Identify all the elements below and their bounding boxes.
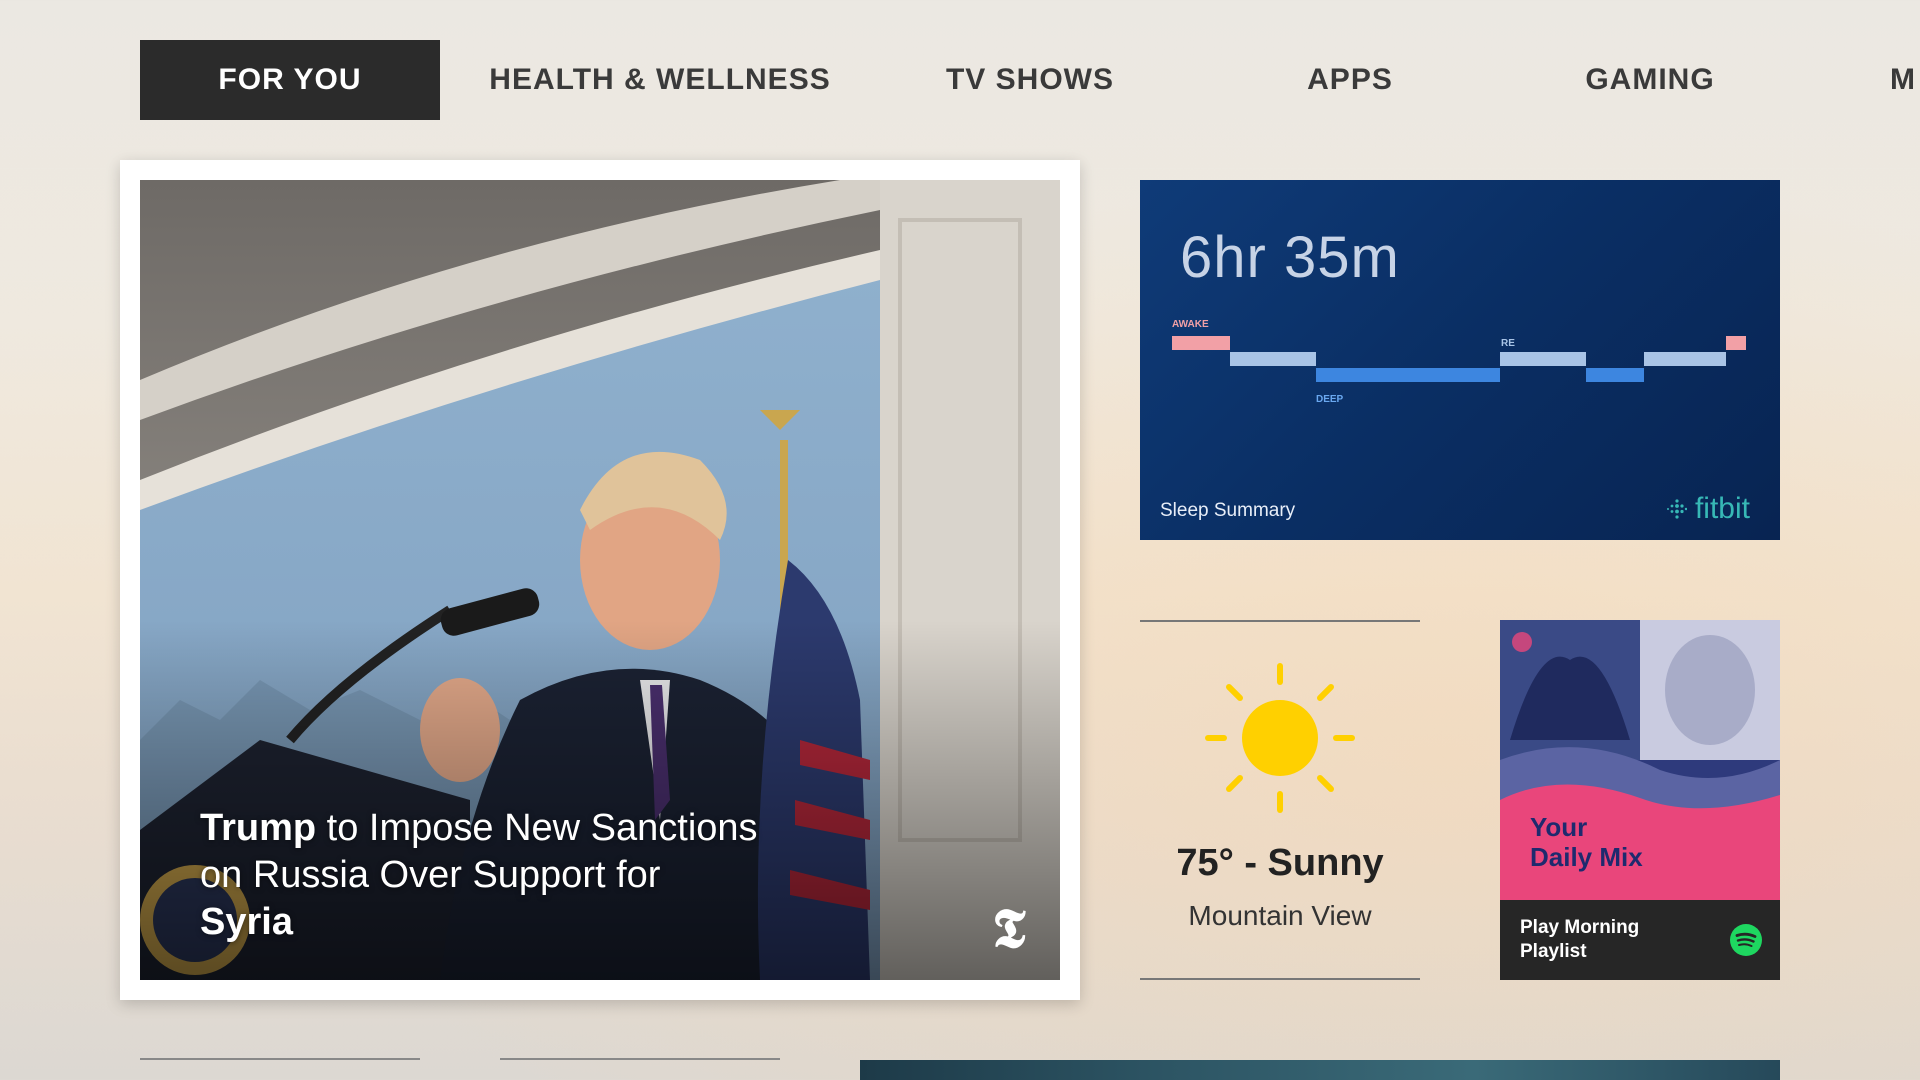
stage-label-awake: AWAKE — [1172, 319, 1209, 330]
weather-card[interactable]: 75° - Sunny Mountain View — [1140, 620, 1420, 980]
hypnogram-light-segment-1 — [1230, 352, 1316, 366]
tab-more-truncated[interactable]: M — [1890, 40, 1920, 120]
nyt-logo-icon: 𝕿 — [992, 896, 1026, 960]
bottom-card-divider-2 — [500, 1058, 780, 1060]
daily-mix-title-line1: Your — [1530, 812, 1588, 842]
hypnogram-deep-segment-1 — [1316, 368, 1500, 382]
sleep-duration: 6hr 35m — [1180, 225, 1400, 290]
hypnogram-light-segment-2 — [1500, 352, 1586, 366]
stage-label-deep: DEEP — [1316, 394, 1344, 405]
bottom-row-card[interactable] — [860, 1060, 1780, 1080]
spotify-footer: Play Morning Playlist — [1500, 900, 1780, 980]
spotify-daily-mix-card[interactable]: Your Daily Mix Play Morning Playlist — [1500, 620, 1780, 980]
stage-label-rem: RE — [1501, 338, 1515, 349]
sun-icon — [1205, 663, 1355, 813]
tab-for-you[interactable]: FOR YOU — [140, 40, 440, 120]
tab-gaming[interactable]: GAMING — [1530, 40, 1770, 120]
category-nav: FOR YOU HEALTH & WELLNESS TV SHOWS APPS … — [0, 40, 1920, 120]
fitbit-brand-text: fitbit — [1694, 492, 1750, 525]
weather-temperature: 75° - Sunny — [1176, 842, 1384, 884]
tab-health-wellness[interactable]: HEALTH & WELLNESS — [480, 40, 840, 120]
news-headline: Trump to Impose New Sanctions on Russia … — [200, 807, 758, 943]
fitbit-logo: fitbit — [1666, 492, 1750, 526]
daily-mix-title: Your Daily Mix — [1530, 812, 1643, 872]
hypnogram-deep-segment-2 — [1586, 368, 1644, 382]
sleep-summary-label: Sleep Summary — [1160, 500, 1296, 521]
weather-location: Mountain View — [1188, 900, 1372, 931]
fitbit-dots-icon — [1666, 499, 1687, 519]
tab-apps[interactable]: APPS — [1230, 40, 1470, 120]
fitbit-sleep-card[interactable]: AWAKE RE DEEP 6hr 35m Sleep Summary fitb… — [1140, 180, 1780, 540]
hypnogram-awake-segment-1 — [1172, 336, 1230, 350]
news-photo: Trump to Impose New Sanctions on Russia … — [140, 180, 1060, 980]
bottom-card-divider-1 — [140, 1058, 420, 1060]
hypnogram-awake-segment-2 — [1726, 336, 1746, 350]
news-card[interactable]: Trump to Impose New Sanctions on Russia … — [120, 160, 1080, 1000]
daily-mix-title-line2: Daily Mix — [1530, 842, 1643, 872]
spotify-icon — [1730, 924, 1762, 956]
hypnogram-light-segment-3 — [1644, 352, 1726, 366]
play-morning-playlist-label: Play Morning Playlist — [1520, 917, 1640, 962]
tab-tv-shows[interactable]: TV SHOWS — [900, 40, 1160, 120]
